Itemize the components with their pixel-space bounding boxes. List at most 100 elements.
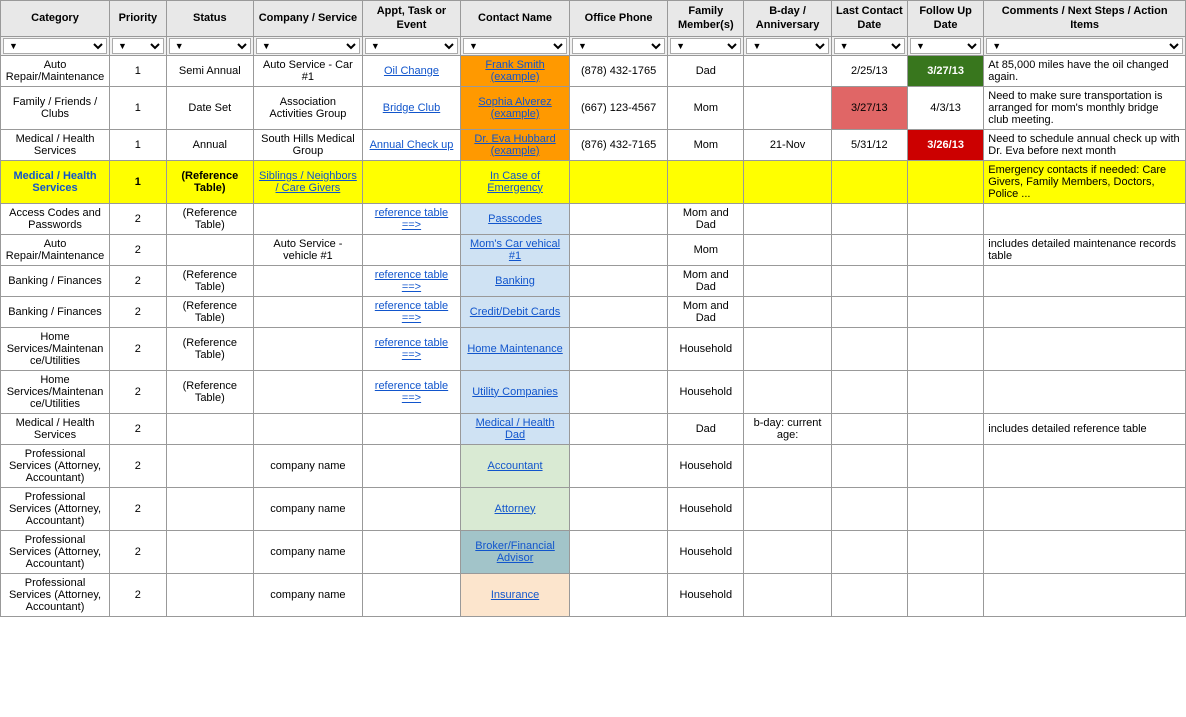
cell-comments	[984, 573, 1186, 616]
col-header-contact: Contact Name	[461, 1, 570, 37]
cell-status: Annual	[166, 129, 253, 160]
cell-lastcontact	[831, 327, 907, 370]
cell-lastcontact	[831, 265, 907, 296]
cell-priority: 2	[110, 487, 167, 530]
cell-followup	[907, 413, 983, 444]
cell-bday	[744, 86, 831, 129]
cell-bday: b-day: current age:	[744, 413, 831, 444]
cell-phone: (878) 432-1765	[570, 55, 668, 86]
cell-company: South Hills Medical Group	[253, 129, 362, 160]
cell-lastcontact	[831, 370, 907, 413]
cell-appt[interactable]: reference table ==>	[362, 327, 460, 370]
cell-appt[interactable]: Annual Check up	[362, 129, 460, 160]
cell-status: (Reference Table)	[166, 296, 253, 327]
cell-company[interactable]: Siblings / Neighbors / Care Givers	[253, 160, 362, 203]
cell-category: Professional Services (Attorney, Account…	[1, 444, 110, 487]
cell-contact[interactable]: Passcodes	[461, 203, 570, 234]
cell-contact[interactable]: Credit/Debit Cards	[461, 296, 570, 327]
filter-row: ▼ ▼ ▼ ▼ ▼ ▼ ▼ ▼ ▼ ▼ ▼ ▼	[1, 36, 1186, 55]
cell-lastcontact: 3/27/13	[831, 86, 907, 129]
cell-followup: 4/3/13	[907, 86, 983, 129]
cell-comments	[984, 327, 1186, 370]
cell-bday: 21-Nov	[744, 129, 831, 160]
cell-category: Professional Services (Attorney, Account…	[1, 530, 110, 573]
cell-priority: 2	[110, 327, 167, 370]
col-header-priority: Priority	[110, 1, 167, 37]
filter-phone[interactable]: ▼	[572, 38, 665, 54]
filter-category[interactable]: ▼	[3, 38, 107, 54]
table-row: Home Services/Maintenance/Utilities2(Ref…	[1, 327, 1186, 370]
cell-status	[166, 234, 253, 265]
cell-priority: 2	[110, 444, 167, 487]
cell-contact[interactable]: Home Maintenance	[461, 327, 570, 370]
cell-contact[interactable]: Insurance	[461, 573, 570, 616]
cell-followup	[907, 573, 983, 616]
cell-status: Semi Annual	[166, 55, 253, 86]
cell-phone: (876) 432-7165	[570, 129, 668, 160]
filter-comments[interactable]: ▼	[986, 38, 1183, 54]
cell-contact[interactable]: Utility Companies	[461, 370, 570, 413]
cell-company	[253, 296, 362, 327]
cell-contact[interactable]: Attorney	[461, 487, 570, 530]
cell-contact[interactable]: In Case of Emergency	[461, 160, 570, 203]
table-row: Professional Services (Attorney, Account…	[1, 444, 1186, 487]
cell-appt[interactable]: Oil Change	[362, 55, 460, 86]
cell-company	[253, 327, 362, 370]
cell-contact[interactable]: Dr. Eva Hubbard (example)	[461, 129, 570, 160]
table-row: Banking / Finances2(Reference Table)refe…	[1, 265, 1186, 296]
cell-followup	[907, 370, 983, 413]
cell-contact[interactable]: Accountant	[461, 444, 570, 487]
cell-phone	[570, 370, 668, 413]
cell-contact[interactable]: Broker/Financial Advisor	[461, 530, 570, 573]
cell-appt[interactable]: Bridge Club	[362, 86, 460, 129]
cell-priority: 2	[110, 265, 167, 296]
table-row: Banking / Finances2(Reference Table)refe…	[1, 296, 1186, 327]
table-body: Auto Repair/Maintenance1Semi AnnualAuto …	[1, 55, 1186, 616]
cell-company: company name	[253, 573, 362, 616]
filter-contact[interactable]: ▼	[463, 38, 567, 54]
cell-status: (Reference Table)	[166, 203, 253, 234]
cell-contact[interactable]: Frank Smith (example)	[461, 55, 570, 86]
cell-priority: 1	[110, 160, 167, 203]
cell-category: Family / Friends / Clubs	[1, 86, 110, 129]
cell-bday	[744, 530, 831, 573]
cell-lastcontact	[831, 444, 907, 487]
cell-priority: 2	[110, 530, 167, 573]
cell-appt	[362, 573, 460, 616]
col-header-family: Family Member(s)	[668, 1, 744, 37]
filter-appt[interactable]: ▼	[365, 38, 458, 54]
cell-lastcontact	[831, 160, 907, 203]
filter-family[interactable]: ▼	[670, 38, 741, 54]
cell-appt[interactable]: reference table ==>	[362, 265, 460, 296]
filter-lastcontact[interactable]: ▼	[834, 38, 905, 54]
cell-family: Dad	[668, 413, 744, 444]
cell-company: company name	[253, 444, 362, 487]
cell-appt	[362, 160, 460, 203]
cell-appt[interactable]: reference table ==>	[362, 203, 460, 234]
filter-status[interactable]: ▼	[169, 38, 251, 54]
cell-lastcontact: 2/25/13	[831, 55, 907, 86]
cell-category: Access Codes and Passwords	[1, 203, 110, 234]
cell-appt[interactable]: reference table ==>	[362, 370, 460, 413]
filter-company[interactable]: ▼	[256, 38, 360, 54]
cell-contact[interactable]: Banking	[461, 265, 570, 296]
cell-category: Professional Services (Attorney, Account…	[1, 487, 110, 530]
cell-contact[interactable]: Mom's Car vehical #1	[461, 234, 570, 265]
cell-comments	[984, 487, 1186, 530]
cell-phone	[570, 296, 668, 327]
cell-bday	[744, 234, 831, 265]
filter-followup[interactable]: ▼	[910, 38, 981, 54]
cell-appt	[362, 530, 460, 573]
cell-comments	[984, 296, 1186, 327]
cell-bday	[744, 487, 831, 530]
filter-priority[interactable]: ▼	[112, 38, 164, 54]
filter-bday[interactable]: ▼	[746, 38, 828, 54]
cell-comments: Emergency contacts if needed: Care Giver…	[984, 160, 1186, 203]
col-header-lastcontact: Last Contact Date	[831, 1, 907, 37]
cell-bday	[744, 203, 831, 234]
cell-status	[166, 413, 253, 444]
cell-contact[interactable]: Medical / Health Dad	[461, 413, 570, 444]
cell-contact[interactable]: Sophia Alverez (example)	[461, 86, 570, 129]
cell-appt[interactable]: reference table ==>	[362, 296, 460, 327]
cell-company: Association Activities Group	[253, 86, 362, 129]
